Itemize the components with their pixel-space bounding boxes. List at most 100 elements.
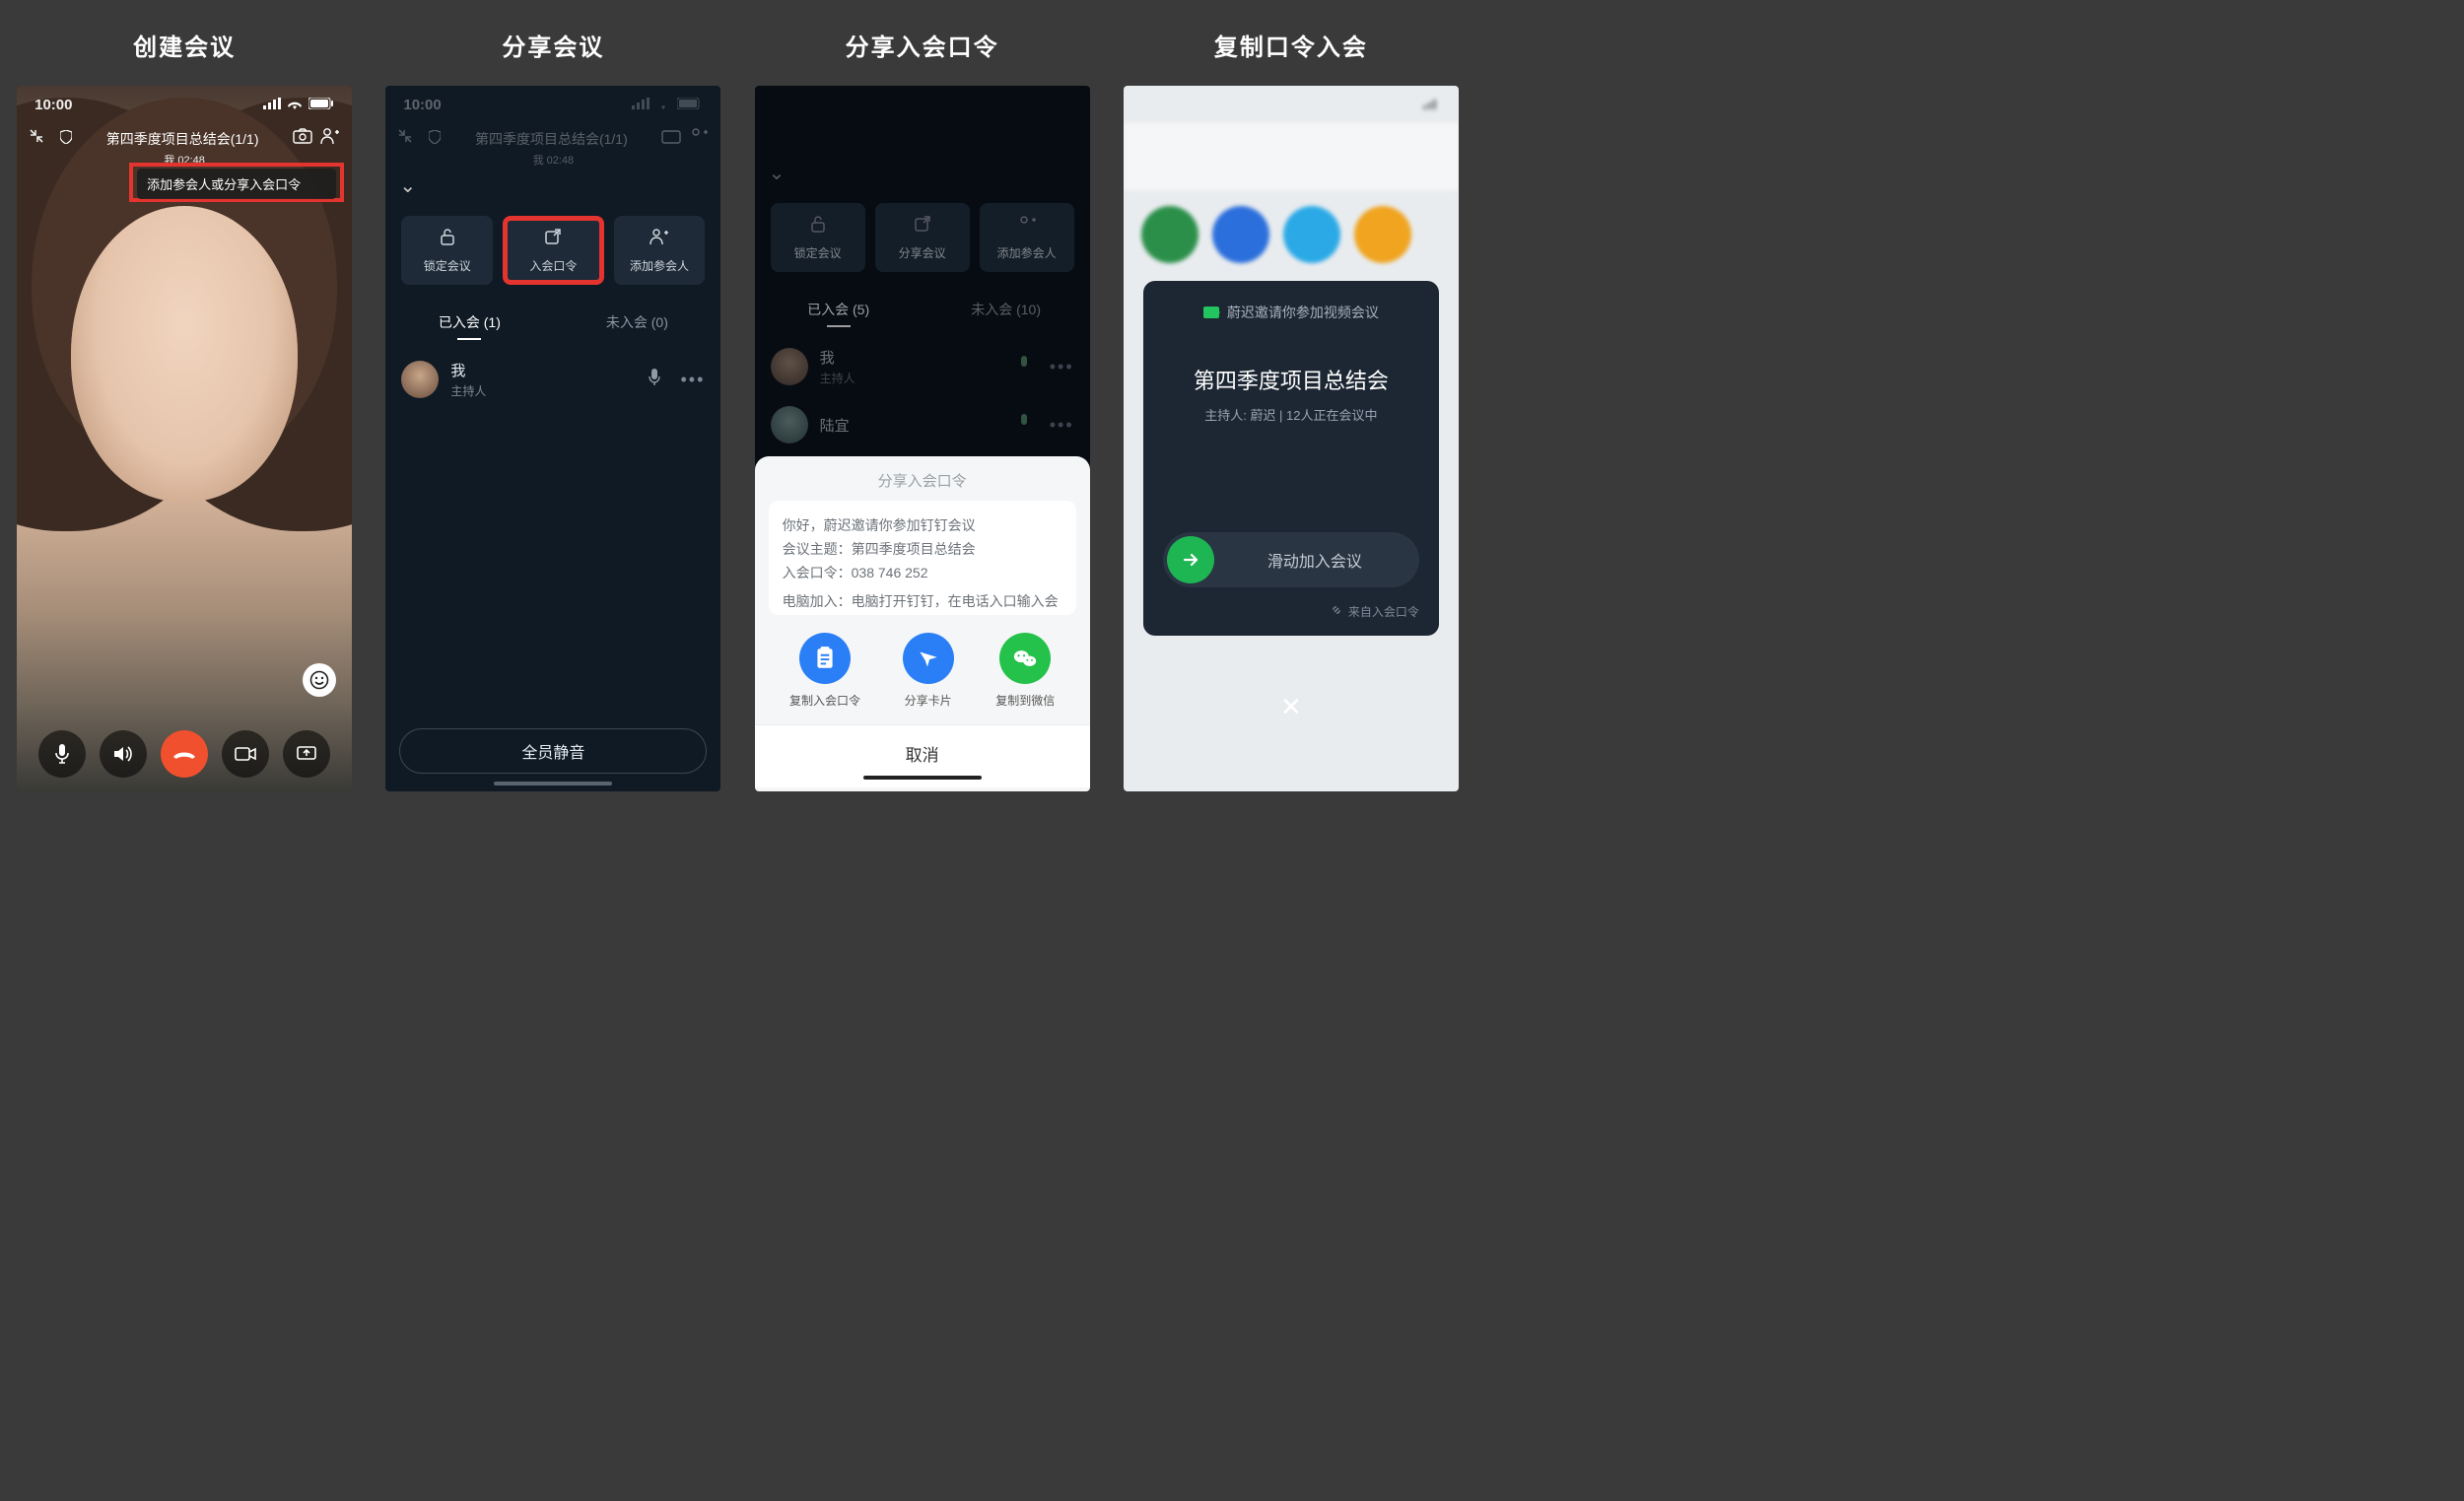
mute-all-button[interactable]: 全员静音: [399, 728, 707, 774]
camera-toggle-button[interactable]: [222, 730, 269, 778]
app-shortcut: [1283, 206, 1340, 263]
join-code-label: 入会口令: [529, 257, 577, 274]
share-screen-button[interactable]: [283, 730, 330, 778]
copy-wechat-label: 复制到微信: [995, 692, 1055, 709]
phone-screen-create-meeting: 10:00: [17, 86, 352, 791]
clock-text: 10:00: [403, 97, 441, 113]
video-icon: [1203, 307, 1219, 318]
chevron-down-icon[interactable]: ⌄: [399, 175, 416, 197]
more-icon[interactable]: •••: [680, 370, 705, 390]
invite-text-body: 你好，蔚迟邀请你参加钉钉会议 会议主题：第四季度项目总结会 入会口令：038 7…: [769, 501, 1076, 615]
clock-text: 10:00: [34, 97, 72, 113]
hangup-button[interactable]: [161, 730, 208, 778]
status-bar: [1124, 86, 1459, 123]
shield-icon: [429, 130, 441, 147]
invite-card: 蔚迟邀请你参加视频会议 第四季度项目总结会 主持人: 蔚迟 | 12人正在会议中…: [1143, 281, 1439, 636]
add-participant-icon[interactable]: [689, 127, 709, 150]
add-participant-button[interactable]: 添加参会人: [980, 203, 1074, 272]
close-button[interactable]: ✕: [1280, 692, 1302, 722]
column-title-copy-join: 复制口令入会: [1214, 28, 1368, 62]
add-participant-label: 添加参会人: [630, 257, 689, 274]
lock-meeting-label: 锁定会议: [794, 244, 842, 261]
participant-row: 陆宜 •••: [767, 396, 1078, 453]
tab-not-joined[interactable]: 未入会 (10): [923, 288, 1090, 331]
camera-switch-icon[interactable]: [293, 128, 312, 149]
wechat-icon: [999, 633, 1051, 684]
participant-name: 我: [820, 347, 856, 368]
invite-meeting-title: 第四季度项目总结会: [1194, 364, 1389, 395]
add-participant-button[interactable]: 添加参会人: [614, 216, 706, 285]
share-meeting-button[interactable]: 分享会议: [875, 203, 970, 272]
app-shortcut: [1354, 206, 1411, 263]
more-icon: •••: [1050, 415, 1074, 436]
invite-source-text: 来自入会口令: [1348, 603, 1419, 620]
participant-role: 主持人: [820, 370, 856, 386]
home-indicator: [494, 782, 612, 785]
tab-joined[interactable]: 已入会 (5): [755, 288, 923, 331]
status-bar: 10:00: [385, 86, 720, 123]
wifi-icon: [287, 97, 303, 113]
avatar: [771, 406, 808, 443]
phone-screen-invite-card: 蔚迟邀请你参加视频会议 第四季度项目总结会 主持人: 蔚迟 | 12人正在会议中…: [1124, 86, 1459, 791]
unlock-icon: [809, 215, 827, 239]
clipboard-icon: [799, 633, 851, 684]
invite-line: 入会口令：038 746 252: [783, 562, 1062, 585]
copy-code-button[interactable]: 复制入会口令: [789, 633, 860, 709]
column-title-create: 创建会议: [133, 28, 236, 62]
shield-icon: [60, 130, 72, 147]
meeting-subinfo-dim: 我 02:48: [385, 152, 720, 168]
avatar: [771, 348, 808, 385]
signal-icon: [263, 97, 281, 113]
slide-label: 滑动加入会议: [1214, 548, 1415, 572]
minimize-icon[interactable]: [29, 128, 44, 149]
lock-meeting-button[interactable]: 锁定会议: [771, 203, 865, 272]
wifi-icon: [655, 97, 671, 113]
status-bar: 10:00: [17, 86, 352, 123]
tab-joined[interactable]: 已入会 (1): [385, 301, 553, 344]
share-sheet: 分享入会口令 你好，蔚迟邀请你参加钉钉会议 会议主题：第四季度项目总结会 入会口…: [755, 456, 1090, 791]
invite-line: 你好，蔚迟邀请你参加钉钉会议: [783, 514, 1062, 538]
lock-meeting-label: 锁定会议: [424, 257, 471, 274]
invite-from-text: 蔚迟邀请你参加视频会议: [1227, 303, 1379, 322]
join-code-button[interactable]: 入会口令: [503, 216, 604, 285]
participant-role: 主持人: [450, 382, 486, 399]
mic-icon[interactable]: [647, 368, 662, 392]
chevron-down-icon[interactable]: ⌄: [769, 163, 786, 184]
meeting-title: 第四季度项目总结会(1/1): [80, 129, 285, 149]
dingtalk-icon: [903, 633, 954, 684]
mute-button[interactable]: [38, 730, 86, 778]
participant-row: 我 主持人 •••: [767, 337, 1078, 396]
share-code-icon: [544, 228, 562, 251]
share-card-label: 分享卡片: [905, 692, 952, 709]
camera-switch-icon[interactable]: [661, 128, 681, 149]
column-title-share-code: 分享入会口令: [846, 28, 999, 62]
copy-wechat-button[interactable]: 复制到微信: [995, 633, 1055, 709]
add-person-icon: [1017, 215, 1037, 239]
invite-line: 电脑加入：电脑打开钉钉，在电话入口输入会议码: [783, 590, 1062, 615]
invite-meeting-sub: 主持人: 蔚迟 | 12人正在会议中: [1204, 405, 1377, 424]
mic-icon: [1016, 355, 1032, 379]
speaker-button[interactable]: [100, 730, 147, 778]
slide-knob[interactable]: [1167, 536, 1214, 583]
reactions-button[interactable]: [303, 663, 336, 697]
tab-not-joined[interactable]: 未入会 (0): [553, 301, 720, 344]
battery-icon: [308, 97, 334, 113]
participant-row[interactable]: 我 主持人 •••: [397, 350, 709, 409]
phone-screen-share-code: ⌄ 锁定会议 分享会议 添加参会人 已入会 (5) 未入会 (10): [755, 86, 1090, 791]
signal-icon: [632, 97, 650, 113]
share-meeting-label: 分享会议: [899, 244, 946, 261]
add-participant-icon[interactable]: [320, 127, 340, 150]
battery-icon: [677, 97, 703, 113]
participant-name: 陆宜: [820, 415, 850, 436]
unlock-icon: [439, 228, 456, 251]
share-card-button[interactable]: 分享卡片: [903, 633, 954, 709]
slide-to-join[interactable]: 滑动加入会议: [1163, 532, 1419, 587]
column-title-share-meeting: 分享会议: [502, 28, 604, 62]
lock-meeting-button[interactable]: 锁定会议: [401, 216, 493, 285]
meeting-title-dim: 第四季度项目总结会(1/1): [448, 129, 653, 149]
mic-icon: [1016, 413, 1032, 438]
app-shortcut: [1141, 206, 1198, 263]
minimize-icon[interactable]: [397, 128, 413, 149]
avatar: [401, 361, 439, 398]
phone-screen-share-meeting: 10:00 第四季度项目总结会(1/1) 我 02:48 ⌄ 锁定: [385, 86, 720, 791]
